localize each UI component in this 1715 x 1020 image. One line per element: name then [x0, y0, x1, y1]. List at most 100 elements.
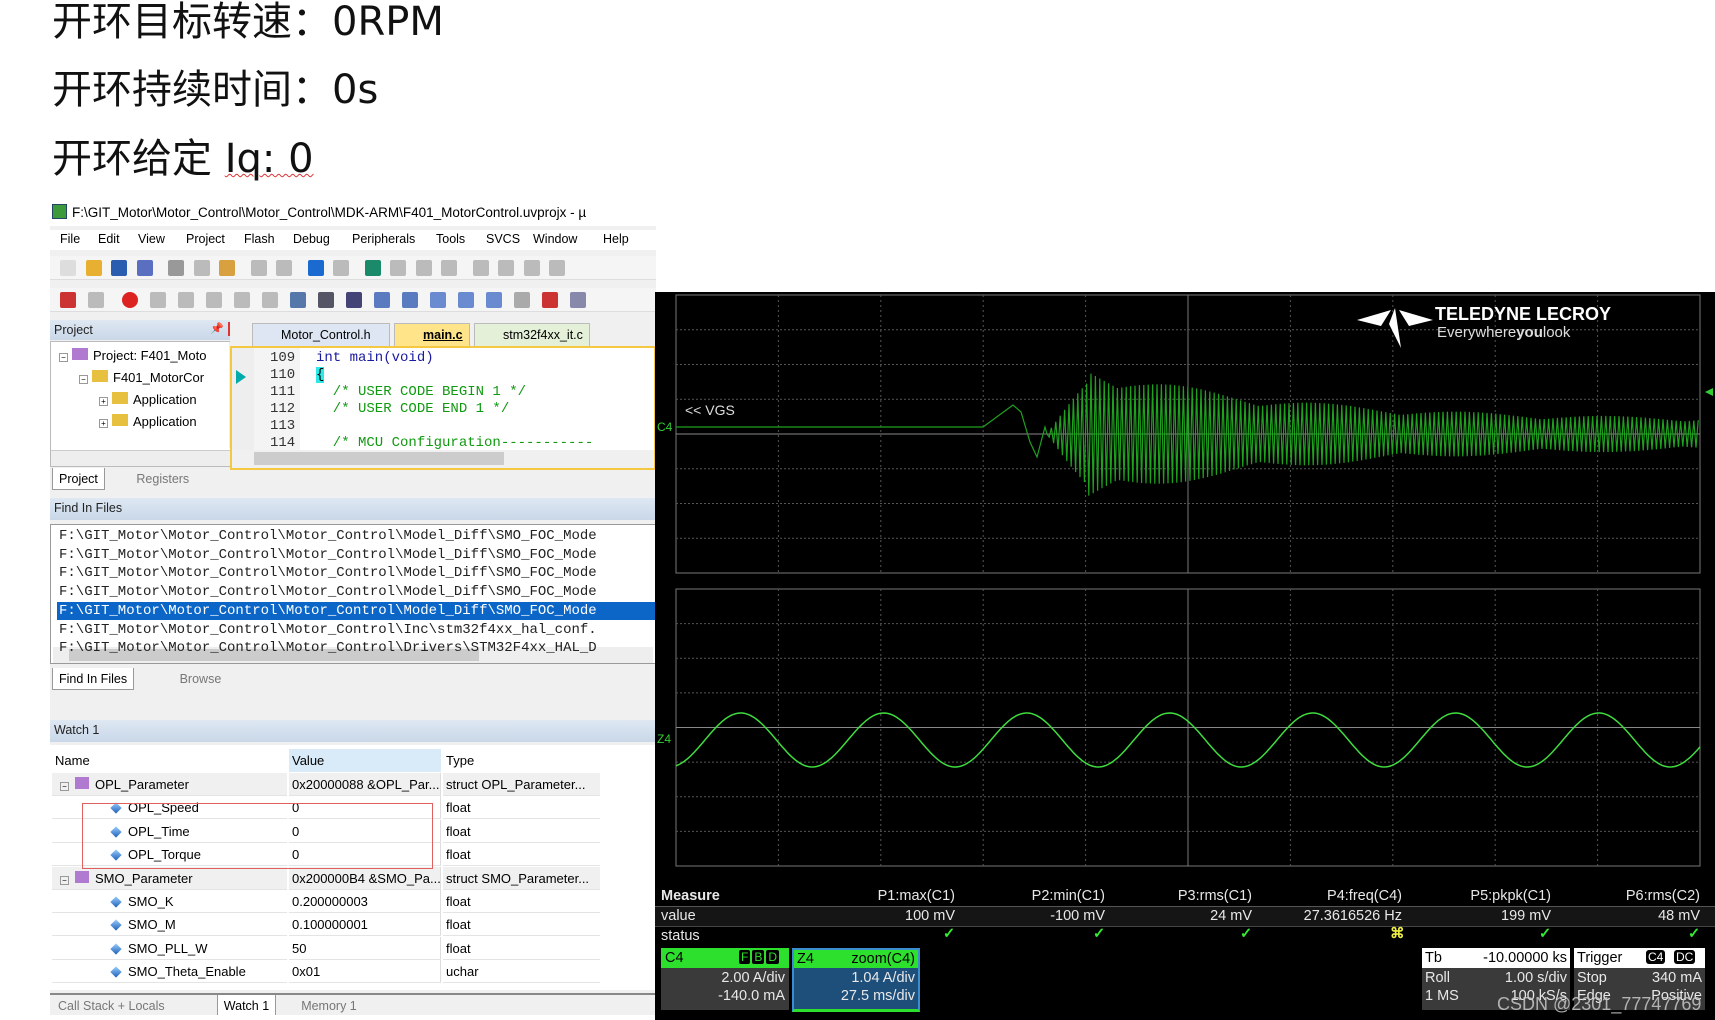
cmd-window-icon[interactable] [290, 292, 306, 308]
tree-item[interactable]: + Application [99, 412, 197, 432]
trace-icon[interactable] [542, 292, 558, 308]
tab-browse[interactable]: Browse [174, 668, 228, 690]
menu-flash[interactable]: Flash [244, 232, 275, 246]
indent-icon[interactable] [472, 260, 489, 276]
show-next-icon[interactable] [262, 292, 278, 308]
find-result-row[interactable]: F:\GIT_Motor\Motor_Control\Motor_Control… [57, 621, 656, 640]
measure-param-name[interactable]: P3:rms(C1) [1178, 888, 1252, 904]
bm-clear-icon[interactable] [441, 260, 457, 276]
watch-row[interactable]: SMO_PLL_W 50 float [52, 936, 600, 960]
c4-descriptor[interactable]: C4 FBD 2.00 A/div -140.0 mA [661, 948, 789, 1010]
bookmark-icon[interactable] [364, 260, 381, 276]
tree-hscroll[interactable] [51, 450, 245, 466]
menu-tools[interactable]: Tools [436, 232, 465, 246]
code-line[interactable]: /* MCU Configuration----------- [316, 435, 593, 451]
watch-value-cell[interactable]: 50 [289, 936, 441, 960]
z4-descriptor[interactable]: Z4 zoom(C4) 1.04 A/div 27.5 ms/div [792, 948, 920, 1012]
bm-prev-icon[interactable] [390, 260, 406, 276]
undo-icon[interactable] [250, 260, 267, 276]
disasm-icon[interactable] [318, 292, 334, 308]
watch-icon[interactable] [430, 292, 446, 308]
find-result-row[interactable]: F:\GIT_Motor\Motor_Control\Motor_Control… [57, 564, 656, 583]
col-value[interactable]: Value [289, 749, 441, 772]
uncomment-icon[interactable] [549, 260, 565, 276]
step-file-icon[interactable] [88, 292, 104, 308]
tab-call-stack-locals[interactable]: Call Stack + Locals [52, 995, 171, 1015]
measure-param-name[interactable]: P4:freq(C4) [1327, 888, 1402, 904]
editor-tab[interactable]: stm32f4xx_it.c [474, 323, 590, 346]
menu-svcs[interactable]: SVCS [486, 232, 520, 246]
menu-project[interactable]: Project [186, 232, 225, 246]
open-icon[interactable] [85, 260, 102, 276]
tab-registers[interactable]: Registers [130, 468, 195, 490]
memory-icon[interactable] [458, 292, 474, 308]
watch-value-cell[interactable]: 0x01 [289, 960, 441, 984]
watch-value-cell[interactable]: 0x200000B4 &SMO_Pa... [289, 866, 441, 890]
symbols-icon[interactable] [346, 292, 362, 308]
unindent-icon[interactable] [498, 260, 514, 276]
watch-row[interactable]: − SMO_Parameter 0x200000B4 &SMO_Pa... struc… [52, 866, 600, 890]
cut-icon[interactable] [168, 260, 184, 276]
watch-value-cell[interactable]: 0.100000001 [289, 913, 441, 937]
measure-param-name[interactable]: P2:min(C1) [1032, 888, 1105, 904]
tab-find-in-files[interactable]: Find In Files [52, 668, 135, 690]
col-type[interactable]: Type [446, 749, 474, 772]
forward-icon[interactable] [333, 260, 349, 276]
menu-window[interactable]: Window [533, 232, 577, 246]
tree-item[interactable]: − F401_MotorCor [79, 368, 204, 388]
find-result-row[interactable]: F:\GIT_Motor\Motor_Control\Motor_Control… [57, 601, 656, 621]
menu-file[interactable]: File [60, 232, 80, 246]
tab-project[interactable]: Project [52, 468, 105, 490]
menu-view[interactable]: View [138, 232, 165, 246]
find-result-row[interactable]: F:\GIT_Motor\Motor_Control\Motor_Control… [57, 546, 656, 565]
stop-icon[interactable] [122, 292, 138, 308]
pin-icon[interactable]: 📌 [210, 322, 224, 335]
analysis-icon[interactable] [514, 292, 530, 308]
code-line[interactable]: int main(void) [316, 350, 434, 366]
editor-tab[interactable]: Motor_Control.h [252, 323, 390, 346]
expand-icon[interactable]: − [79, 375, 88, 384]
bm-next-icon[interactable] [415, 260, 432, 276]
menu-help[interactable]: Help [603, 232, 629, 246]
tree-item[interactable]: − Project: F401_Moto [59, 346, 206, 366]
measure-param-name[interactable]: P5:pkpk(C1) [1470, 888, 1551, 904]
tree-item[interactable]: + Application [99, 390, 197, 410]
save-all-icon[interactable] [136, 260, 153, 276]
collapse-icon[interactable]: − [60, 782, 69, 791]
step-over-icon[interactable] [178, 292, 194, 308]
expand-icon[interactable]: + [99, 419, 108, 428]
watch-row[interactable]: SMO_K 0.200000003 float [52, 890, 600, 913]
measure-param-name[interactable]: P6:rms(C2) [1626, 888, 1700, 904]
serial-icon[interactable] [486, 292, 502, 308]
code-line[interactable]: /* USER CODE BEGIN 1 */ [316, 384, 526, 400]
expand-icon[interactable]: + [99, 397, 108, 406]
copy-icon[interactable] [193, 260, 210, 276]
new-file-icon[interactable] [60, 260, 76, 276]
menu-edit[interactable]: Edit [98, 232, 120, 246]
watch-row[interactable]: − OPL_Parameter 0x20000088 &OPL_Par... stru… [52, 773, 600, 796]
watch-value-cell[interactable]: 0x20000088 &OPL_Par... [289, 773, 441, 796]
editor-hscroll[interactable] [232, 450, 654, 468]
find-result-row[interactable]: F:\GIT_Motor\Motor_Control\Motor_Control… [57, 639, 656, 658]
measure-param-name[interactable]: P1:max(C1) [878, 888, 955, 904]
tab-memory-1[interactable]: Memory 1 [295, 995, 363, 1015]
watch-value-cell[interactable]: 0.200000003 [289, 890, 441, 913]
step-out-icon[interactable] [206, 292, 222, 308]
menu-debug[interactable]: Debug [293, 232, 330, 246]
redo-icon[interactable] [276, 260, 292, 276]
step-icon[interactable] [150, 292, 166, 308]
save-icon[interactable] [111, 260, 127, 276]
code-line[interactable]: { [316, 367, 325, 383]
editor-tab[interactable]: main.c [394, 323, 470, 346]
find-result-row[interactable]: F:\GIT_Motor\Motor_Control\Motor_Control… [57, 583, 656, 602]
paste-icon[interactable] [219, 260, 235, 276]
watch-row[interactable]: SMO_M 0.100000001 float [52, 913, 600, 937]
code-editor[interactable]: 109 int main(void) 110 {111 /* USER CODE BE… [230, 346, 656, 470]
find-result-row[interactable]: F:\GIT_Motor\Motor_Control\Motor_Control… [57, 527, 656, 546]
run-to-icon[interactable] [234, 292, 250, 308]
col-name[interactable]: Name [55, 749, 90, 772]
back-icon[interactable] [307, 260, 324, 276]
collapse-icon[interactable]: − [59, 353, 68, 362]
system-icon[interactable] [570, 292, 586, 308]
comment-icon[interactable] [523, 260, 540, 276]
